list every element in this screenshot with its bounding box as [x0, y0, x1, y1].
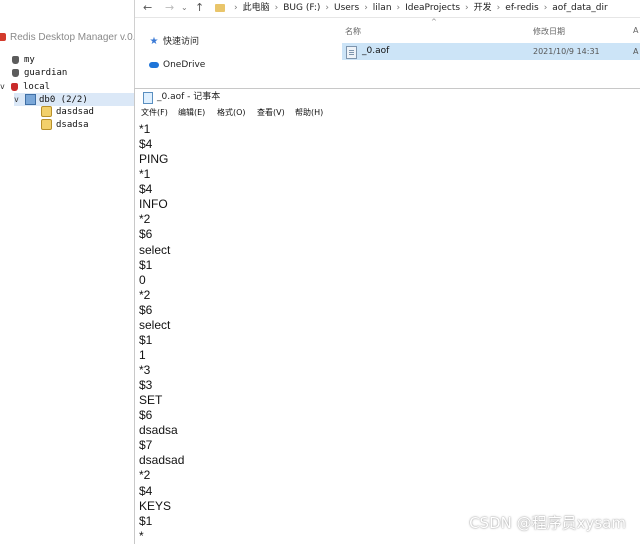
- key-item[interactable]: dsadsa: [41, 119, 89, 132]
- connection-guardian[interactable]: guardian: [12, 67, 67, 80]
- text-line: *2: [139, 212, 151, 227]
- text-line: PING: [139, 152, 169, 167]
- column-header-extra[interactable]: A: [633, 26, 638, 35]
- notepad-window: _0.aof - 记事本 文件(F) 编辑(E) 格式(O) 查看(V) 帮助(…: [134, 88, 640, 544]
- address-bar[interactable]: ← → ⌄ ↑ › 此电脑 › BUG (F:) › Users › lilan › IdeaPr…: [135, 0, 640, 18]
- text-line: *2: [139, 468, 151, 483]
- text-line: $1: [139, 332, 153, 347]
- breadcrumb-item[interactable]: ef-redis: [505, 3, 538, 13]
- column-headers: ^ 名称 修改日期 A: [345, 18, 640, 40]
- nav-onedrive[interactable]: OneDrive: [149, 58, 205, 72]
- menu-edit[interactable]: 编辑(E): [178, 106, 205, 120]
- chevron-down-icon[interactable]: ⌄: [181, 0, 188, 15]
- text-line: $7: [139, 438, 153, 453]
- text-line: $1: [139, 257, 153, 272]
- text-line: INFO: [139, 197, 168, 212]
- text-line: dsadsa: [139, 423, 178, 438]
- window-title: _0.aof - 记事本: [157, 92, 221, 102]
- explorer-window: ← → ⌄ ↑ › 此电脑 › BUG (F:) › Users › lilan › IdeaPr…: [134, 0, 640, 88]
- rdm-title-bar: Redis Desktop Manager v.0.8: [0, 28, 140, 48]
- breadcrumb-item[interactable]: BUG (F:): [283, 3, 320, 13]
- menu-view[interactable]: 查看(V): [257, 106, 285, 120]
- breadcrumb: › 此电脑 › BUG (F:) › Users › lilan › IdeaProjects › 开…: [215, 0, 608, 16]
- breadcrumb-item[interactable]: 此电脑: [243, 3, 270, 13]
- star-icon: ★: [149, 36, 159, 47]
- rdm-title: Redis Desktop Manager v.0.8: [10, 32, 140, 43]
- column-header-name[interactable]: 名称: [345, 26, 361, 37]
- file-modified: 2021/10/9 14:31: [533, 47, 600, 56]
- nav-quick-access[interactable]: ★ 快速访问: [149, 35, 200, 49]
- breadcrumb-item[interactable]: 开发: [474, 3, 492, 13]
- cloud-icon: [149, 61, 159, 68]
- text-line: $4: [139, 483, 153, 498]
- text-line: $6: [139, 408, 153, 423]
- text-line: select: [139, 317, 171, 332]
- text-editor[interactable]: *1 $4 PING *1 $4 INFO *2 $6 select $1 0 *2 $6 select $…: [139, 122, 629, 544]
- text-line: select: [139, 242, 171, 257]
- sort-arrow-icon: ^: [431, 18, 437, 26]
- text-line: $4: [139, 182, 153, 197]
- file-extra: A: [633, 47, 639, 56]
- connection-local[interactable]: v local: [0, 80, 50, 93]
- rdm-window: Redis Desktop Manager v.0.8 my guardian …: [0, 0, 140, 543]
- breadcrumb-item[interactable]: aof_data_dir: [552, 3, 607, 13]
- database-db0[interactable]: v db0 (2/2): [14, 93, 138, 106]
- notepad-icon: [143, 92, 153, 104]
- connection-my[interactable]: my: [12, 54, 35, 67]
- column-header-modified[interactable]: 修改日期: [533, 26, 565, 37]
- chevron-down-icon[interactable]: v: [14, 93, 22, 106]
- text-line: $4: [139, 137, 153, 152]
- database-icon: [25, 94, 36, 105]
- text-line: $3: [139, 378, 153, 393]
- rdm-logo-icon: [0, 33, 6, 42]
- text-line: $6: [139, 302, 153, 317]
- key-item[interactable]: dasdsad: [41, 106, 94, 119]
- server-icon: [11, 82, 18, 91]
- key-icon: [41, 106, 52, 117]
- server-icon: [12, 55, 19, 64]
- text-line: 0: [139, 272, 146, 287]
- breadcrumb-item[interactable]: lilan: [373, 3, 392, 13]
- navigation-pane: ★ 快速访问 OneDrive: [135, 18, 345, 88]
- breadcrumb-item[interactable]: Users: [334, 3, 359, 13]
- up-arrow-icon[interactable]: ↑: [195, 0, 204, 15]
- notepad-title-bar: _0.aof - 记事本: [135, 89, 640, 105]
- menu-file[interactable]: 文件(F): [141, 106, 168, 120]
- text-line: dsadsad: [139, 453, 185, 468]
- forward-arrow-icon[interactable]: →: [165, 0, 174, 15]
- file-row[interactable]: _0.aof 2021/10/9 14:31 A: [342, 43, 640, 60]
- file-name: _0.aof: [362, 46, 390, 56]
- chevron-down-icon[interactable]: v: [0, 80, 8, 93]
- menu-bar: 文件(F) 编辑(E) 格式(O) 查看(V) 帮助(H): [135, 106, 640, 120]
- folder-icon: [215, 3, 225, 12]
- server-icon: [12, 68, 19, 77]
- text-line: $6: [139, 227, 153, 242]
- key-icon: [41, 119, 52, 130]
- text-line: *3: [139, 363, 151, 377]
- text-file-icon: [346, 46, 357, 59]
- text-line: SET: [139, 393, 163, 408]
- menu-format[interactable]: 格式(O): [217, 106, 246, 120]
- breadcrumb-item[interactable]: IdeaProjects: [405, 3, 460, 13]
- text-line: *2: [139, 287, 151, 302]
- text-line: *1: [139, 167, 151, 182]
- text-line: 1: [139, 347, 146, 362]
- menu-help[interactable]: 帮助(H): [295, 106, 323, 120]
- text-line: *1: [139, 122, 151, 136]
- watermark: CSDN @程序员xysam: [469, 514, 626, 532]
- back-arrow-icon[interactable]: ←: [143, 0, 152, 15]
